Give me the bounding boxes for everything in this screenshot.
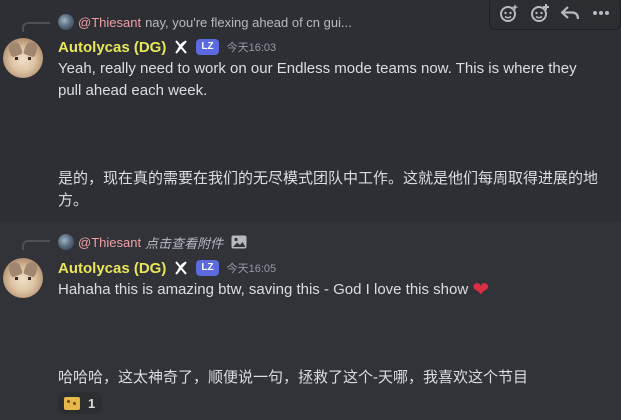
message-1[interactable]: @Thiesant nay, you're flexing ahead of c… <box>0 0 621 222</box>
clan-badge[interactable]: LZ <box>196 260 219 276</box>
message-translation: 哈哈哈，这太神奇了，顺便说一句，拯救了这个-天哪，我喜欢这个节目 <box>58 367 603 389</box>
reply-preview[interactable]: @Thiesant nay, you're flexing ahead of c… <box>58 12 352 32</box>
message-header: Autolycas (DG) LZ 今天16:03 <box>58 36 276 58</box>
message-2[interactable]: @Thiesant 点击查看附件 Autolycas (DG) LZ 今天16:… <box>0 228 621 420</box>
reaction-count: 1 <box>88 395 96 411</box>
image-attachment-icon <box>231 235 247 249</box>
message-content: Hahaha this is amazing btw, saving this … <box>58 279 603 301</box>
translation-text: 哈哈哈，这太神奇了，顺便说一句，拯救了这个-天哪，我喜欢这个节目 <box>58 369 528 386</box>
reply-username[interactable]: @Thiesant <box>78 235 141 250</box>
translation-text: 是的，现在真的需要在我们的无尽模式团队中工作。这就是他们每周取得进展的地方。 <box>58 170 599 209</box>
message-text: Hahaha this is amazing btw, saving this … <box>58 281 469 298</box>
reply-connector <box>22 22 50 32</box>
message-translation: 是的，现在真的需要在我们的无尽模式团队中工作。这就是他们每周取得进展的地方。 <box>58 168 603 212</box>
more-options-icon[interactable] <box>588 0 614 26</box>
reaction-button[interactable]: 1 <box>58 392 102 414</box>
heart-emoji-icon: ❤ <box>472 279 490 301</box>
guild-tag-icon[interactable] <box>172 38 190 56</box>
reply-text[interactable]: 点击查看附件 <box>145 233 223 252</box>
add-reaction-icon[interactable] <box>527 0 553 26</box>
guild-tag-icon[interactable] <box>172 259 190 277</box>
reply-icon[interactable] <box>557 0 583 26</box>
username[interactable]: Autolycas (DG) <box>58 39 166 56</box>
reply-username[interactable]: @Thiesant <box>78 15 141 30</box>
timestamp[interactable]: 今天16:05 <box>227 260 277 276</box>
message-content: Yeah, really need to work on our Endless… <box>58 58 603 102</box>
reply-avatar[interactable] <box>58 234 74 250</box>
message-header: Autolycas (DG) LZ 今天16:05 <box>58 257 276 279</box>
add-super-reaction-icon[interactable] <box>496 0 522 26</box>
avatar[interactable] <box>3 38 43 78</box>
clan-badge[interactable]: LZ <box>196 39 219 55</box>
username[interactable]: Autolycas (DG) <box>58 260 166 277</box>
message-text: Yeah, really need to work on our Endless… <box>58 60 577 99</box>
message-toolbar <box>489 0 621 30</box>
cheese-emoji-icon <box>64 396 80 410</box>
reply-preview[interactable]: @Thiesant 点击查看附件 <box>58 232 247 252</box>
reply-avatar[interactable] <box>58 14 74 30</box>
avatar[interactable] <box>3 258 43 298</box>
timestamp[interactable]: 今天16:03 <box>227 39 277 55</box>
reply-connector <box>22 240 50 250</box>
reply-text[interactable]: nay, you're flexing ahead of cn gui... <box>145 15 352 30</box>
